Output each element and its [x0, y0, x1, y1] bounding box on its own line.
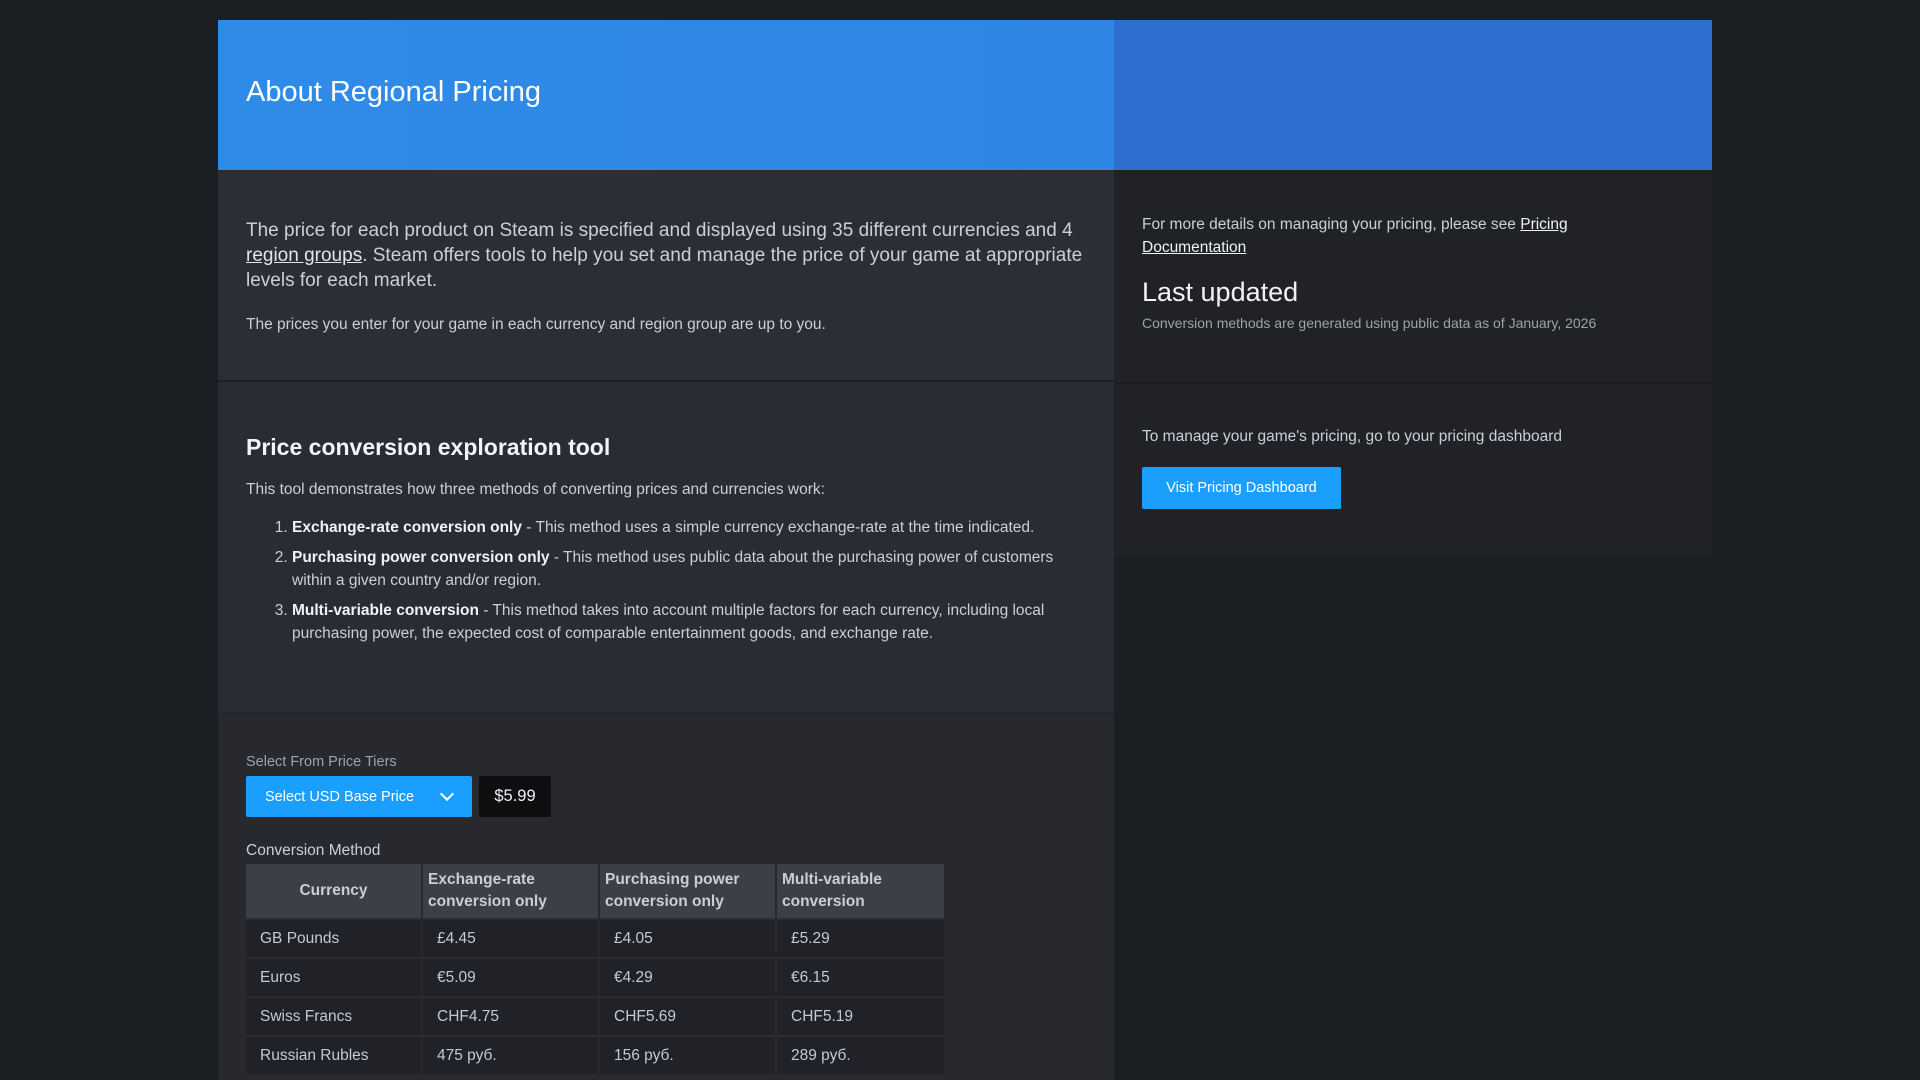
- method-name: Purchasing power conversion only: [292, 549, 550, 566]
- column-header-multi-variable: Multi-variable conversion: [776, 864, 946, 919]
- exchange-rate-cell: £4.45: [422, 918, 600, 958]
- conversion-table: Currency Exchange-rate conversion only P…: [246, 864, 946, 1074]
- multi-variable-cell: €6.15: [776, 957, 946, 997]
- table-row: Euros €5.09 €4.29 €6.15: [246, 957, 946, 997]
- chevron-down-icon: [439, 786, 455, 802]
- column-header-purchasing-power: Purchasing power conversion only: [599, 864, 777, 919]
- tool-title: Price conversion exploration tool: [246, 434, 611, 460]
- tool-section: Price conversion exploration tool This t…: [218, 382, 1114, 714]
- column-header-exchange-rate: Exchange-rate conversion only: [422, 864, 600, 919]
- intro-section: The price for each product on Steam is s…: [218, 170, 1114, 382]
- currency-cell: GB Pounds: [246, 918, 423, 958]
- last-updated-description: Conversion methods are generated using p…: [1142, 315, 1597, 331]
- purchasing-power-cell: 156 руб.: [599, 1035, 777, 1074]
- page-header: About Regional Pricing: [218, 20, 1712, 170]
- tool-description: This tool demonstrates how three methods…: [246, 481, 825, 498]
- multi-variable-cell: £5.29: [776, 918, 946, 958]
- page-title: About Regional Pricing: [246, 76, 542, 108]
- method-item-exchange-rate: Exchange-rate conversion only - This met…: [292, 516, 1086, 539]
- select-usd-base-price-button[interactable]: Select USD Base Price: [246, 776, 472, 817]
- table-row: Swiss Francs CHF4.75 CHF5.69 CHF5.19: [246, 996, 946, 1036]
- table-row: Russian Rubles 475 руб. 156 руб. 289 руб…: [246, 1035, 946, 1074]
- multi-variable-cell: CHF5.19: [776, 996, 946, 1036]
- base-price-display: $5.99: [479, 776, 551, 817]
- main-content: The price for each product on Steam is s…: [218, 170, 1114, 1080]
- visit-pricing-dashboard-button[interactable]: Visit Pricing Dashboard: [1142, 467, 1341, 509]
- header-banner: About Regional Pricing: [218, 20, 1114, 170]
- price-tier-label: Select From Price Tiers: [246, 754, 397, 770]
- select-button-label: Select USD Base Price: [265, 788, 415, 805]
- multi-variable-cell: 289 руб.: [776, 1035, 946, 1074]
- currency-cell: Russian Rubles: [246, 1035, 423, 1074]
- sidebar-info-panel: For more details on managing your pricin…: [1114, 170, 1712, 384]
- method-name: Exchange-rate conversion only: [292, 519, 522, 536]
- region-groups-link[interactable]: region groups: [246, 245, 362, 266]
- exchange-rate-cell: €5.09: [422, 957, 600, 997]
- method-item-purchasing-power: Purchasing power conversion only - This …: [292, 546, 1086, 592]
- price-selector-section: Select From Price Tiers Select USD Base …: [218, 714, 1114, 1080]
- method-name: Multi-variable conversion: [292, 602, 479, 619]
- intro-text-before: The price for each product on Steam is s…: [246, 220, 1073, 241]
- manage-pricing-text: To manage your game's pricing, go to you…: [1142, 428, 1562, 445]
- method-text: - This method uses a simple currency exc…: [522, 519, 1035, 536]
- column-header-currency: Currency: [246, 864, 423, 919]
- documentation-text: For more details on managing your pricin…: [1142, 216, 1521, 233]
- header-side-banner: [1114, 20, 1712, 170]
- sidebar-dashboard-panel: To manage your game's pricing, go to you…: [1114, 384, 1712, 556]
- last-updated-heading: Last updated: [1142, 277, 1299, 307]
- intro-paragraph: The price for each product on Steam is s…: [246, 218, 1086, 293]
- documentation-note: For more details on managing your pricin…: [1142, 213, 1662, 259]
- purchasing-power-cell: CHF5.69: [599, 996, 777, 1036]
- currency-cell: Swiss Francs: [246, 996, 423, 1036]
- exchange-rate-cell: 475 руб.: [422, 1035, 600, 1074]
- table-header-row: Currency Exchange-rate conversion only P…: [246, 864, 946, 919]
- currency-cell: Euros: [246, 957, 423, 997]
- intro-text-after: . Steam offers tools to help you set and…: [246, 245, 1083, 291]
- table-row: GB Pounds £4.45 £4.05 £5.29: [246, 918, 946, 958]
- method-list: Exchange-rate conversion only - This met…: [246, 516, 1086, 652]
- intro-note: The prices you enter for your game in ea…: [246, 316, 826, 333]
- purchasing-power-cell: €4.29: [599, 957, 777, 997]
- exchange-rate-cell: CHF4.75: [422, 996, 600, 1036]
- purchasing-power-cell: £4.05: [599, 918, 777, 958]
- method-item-multi-variable: Multi-variable conversion - This method …: [292, 599, 1086, 645]
- conversion-method-label: Conversion Method: [246, 842, 381, 859]
- page: About Regional Pricing The price for eac…: [218, 20, 1712, 1080]
